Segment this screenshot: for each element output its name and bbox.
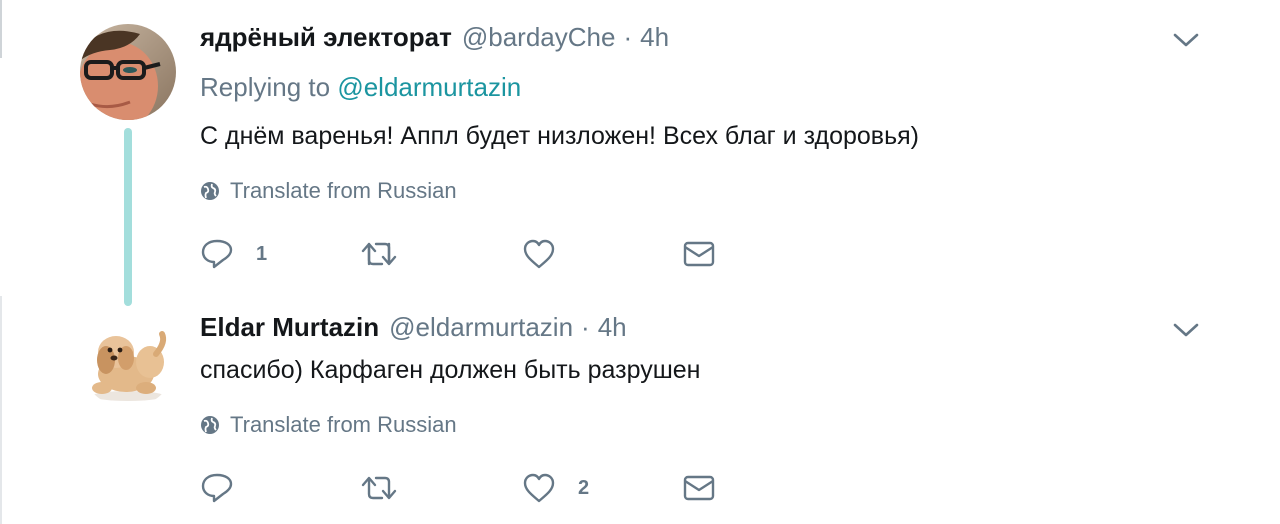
author-handle[interactable]: @bardayChe <box>462 22 616 53</box>
retweet-button[interactable] <box>360 468 420 508</box>
tweet-header: Eldar Murtazin @eldarmurtazin · 4h <box>200 312 627 344</box>
translate-label: Translate from Russian <box>230 412 457 437</box>
envelope-icon <box>683 241 715 267</box>
retweet-button[interactable] <box>360 234 420 274</box>
replying-to-label: Replying to <box>200 72 331 102</box>
author-name[interactable]: Eldar Murtazin <box>200 312 379 343</box>
tweet[interactable]: Eldar Murtazin @eldarmurtazin · 4h спаси… <box>0 300 1280 524</box>
tweet-header: ядрёный электорат @bardayChe · 4h <box>200 22 669 54</box>
more-options-button[interactable] <box>1168 22 1204 58</box>
reply-button[interactable]: 1 <box>200 234 267 274</box>
direct-message-button[interactable] <box>682 468 716 508</box>
avatar[interactable] <box>80 312 176 408</box>
reply-count: 1 <box>256 242 268 265</box>
author-handle[interactable]: @eldarmurtazin <box>389 312 573 343</box>
globe-icon <box>201 416 219 434</box>
globe-icon <box>201 182 219 200</box>
like-button[interactable] <box>522 234 578 274</box>
reply-icon <box>201 473 233 503</box>
tweet-text: спасибо) Карфаген должен быть разрушен <box>200 356 701 384</box>
like-button[interactable]: 2 <box>522 468 589 508</box>
reply-button[interactable] <box>200 468 256 508</box>
retweet-icon <box>361 242 397 266</box>
tweet-actions: 1 <box>200 234 760 274</box>
tweet-actions: 2 <box>200 468 760 508</box>
like-count: 2 <box>578 476 590 499</box>
translate-link[interactable]: Translate from Russian <box>200 412 457 438</box>
replying-to: Replying to @eldarmurtazin <box>200 72 521 103</box>
tweet-text: С днём варенья! Аппл будет низложен! Все… <box>200 122 919 150</box>
envelope-icon <box>683 475 715 501</box>
reply-icon <box>201 239 233 269</box>
timestamp[interactable]: 4h <box>598 312 627 343</box>
heart-icon <box>523 239 555 269</box>
avatar[interactable] <box>80 24 176 120</box>
heart-icon <box>523 473 555 503</box>
direct-message-button[interactable] <box>682 234 716 274</box>
timestamp[interactable]: 4h <box>640 22 669 53</box>
more-options-button[interactable] <box>1168 312 1204 348</box>
tweet-thread: ядрёный электорат @bardayChe · 4h Replyi… <box>0 0 1280 524</box>
separator-dot: · <box>623 22 633 52</box>
replying-to-handle-link[interactable]: @eldarmurtazin <box>337 72 521 102</box>
translate-label: Translate from Russian <box>230 178 457 203</box>
author-name[interactable]: ядрёный электорат <box>200 22 452 53</box>
separator-dot: · <box>581 312 590 342</box>
chevron-down-icon <box>1173 33 1199 47</box>
retweet-icon <box>361 476 397 500</box>
tweet[interactable]: ядрёный электорат @bardayChe · 4h Replyi… <box>0 0 1280 300</box>
chevron-down-icon <box>1173 323 1199 337</box>
translate-link[interactable]: Translate from Russian <box>200 178 457 204</box>
